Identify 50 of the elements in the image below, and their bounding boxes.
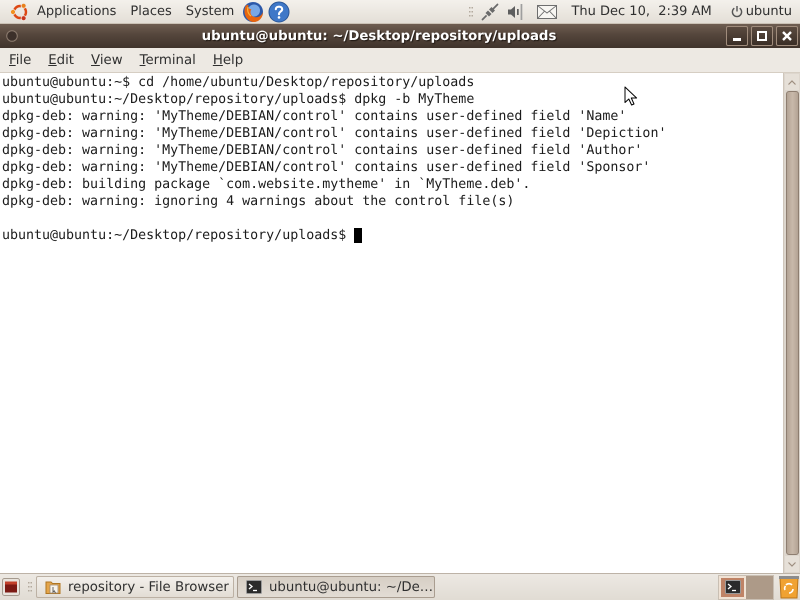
ubuntu-logo-icon[interactable] xyxy=(10,2,30,22)
terminal-line: dpkg-deb: warning: 'MyTheme/DEBIAN/control' contains user-defined field 'Author' xyxy=(2,142,642,159)
mouse-pointer-icon xyxy=(624,86,638,106)
text-cursor-icon xyxy=(354,228,362,243)
mail-icon[interactable] xyxy=(537,4,558,18)
menu-item[interactable]: Help xyxy=(206,52,250,68)
minimize-icon xyxy=(733,38,741,41)
volume-icon[interactable] xyxy=(507,2,524,20)
terminal-line: ubuntu@ubuntu:~$ cd /home/ubuntu/Desktop/repository/uploads xyxy=(2,74,474,91)
window-title: ubuntu@ubuntu: ~/Desktop/repository/uploads xyxy=(200,28,558,44)
scrollbar-thumb[interactable] xyxy=(786,91,798,555)
taskbar-button[interactable]: repository - File Browser xyxy=(36,576,234,598)
show-desktop-icon[interactable] xyxy=(2,578,20,596)
power-icon[interactable] xyxy=(730,5,743,18)
maximize-icon xyxy=(757,31,767,41)
chevron-down-icon xyxy=(788,562,796,566)
maximize-button[interactable] xyxy=(751,26,773,46)
grip-icon xyxy=(28,581,32,593)
workspace-tile[interactable] xyxy=(746,576,773,598)
close-icon xyxy=(782,31,792,41)
terminal-line: dpkg-deb: building package `com.website.mytheme' in `MyTheme.deb'. xyxy=(2,176,530,193)
clock[interactable]: Thu Dec 10, 2:39 AM xyxy=(571,4,712,19)
terminal-line: dpkg-deb: warning: 'MyTheme/DEBIAN/control' contains user-defined field 'Name' xyxy=(2,108,626,125)
terminal-icon xyxy=(246,580,262,594)
help-icon[interactable] xyxy=(268,0,290,22)
grip-icon xyxy=(469,6,474,18)
terminal-icon xyxy=(724,580,740,594)
menu-item[interactable]: View xyxy=(84,52,130,68)
window-menu-icon[interactable] xyxy=(6,30,18,42)
chevron-up-icon xyxy=(788,80,796,84)
terminal-line: ubuntu@ubuntu:~/Desktop/repository/uploads$ dpkg -b MyTheme xyxy=(2,91,474,108)
workspace-tile[interactable] xyxy=(719,576,746,598)
user-menu[interactable]: ubuntu xyxy=(746,4,792,19)
firefox-icon[interactable] xyxy=(242,0,264,22)
terminal-line: dpkg-deb: warning: 'MyTheme/DEBIAN/control' contains user-defined field 'Depiction' xyxy=(2,125,666,142)
menu-item[interactable]: Edit xyxy=(41,52,82,68)
panel-menu[interactable]: Places xyxy=(123,4,179,19)
menu-item[interactable]: Terminal xyxy=(132,52,203,68)
folder-icon xyxy=(45,579,61,595)
terminal-line: dpkg-deb: warning: ignoring 4 warnings about the control file(s) xyxy=(2,193,514,210)
network-plug-icon[interactable] xyxy=(481,2,500,20)
close-button[interactable] xyxy=(776,26,798,46)
trash-icon[interactable] xyxy=(778,575,800,599)
minimize-button[interactable] xyxy=(726,26,748,46)
panel-menu[interactable]: System xyxy=(178,4,242,19)
menu-item[interactable]: File xyxy=(2,52,38,68)
panel-menu[interactable]: Applications xyxy=(30,4,124,19)
taskbar-button[interactable]: ubuntu@ubuntu: ~/De… xyxy=(237,576,435,598)
terminal-prompt: ubuntu@ubuntu:~/Desktop/repository/uploads$ xyxy=(2,227,346,244)
terminal-line: dpkg-deb: warning: 'MyTheme/DEBIAN/control' contains user-defined field 'Sponsor' xyxy=(2,159,650,176)
